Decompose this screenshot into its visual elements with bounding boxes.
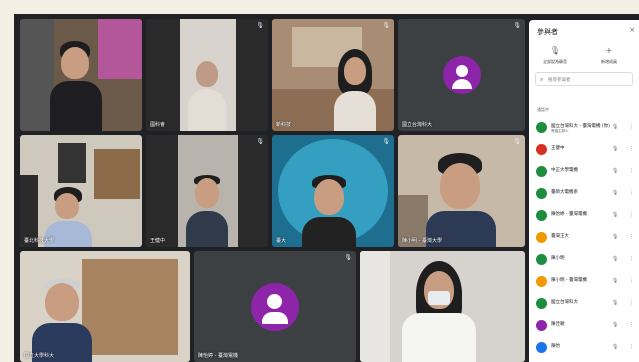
mic-off-icon[interactable]: 🎙	[612, 168, 618, 174]
more-options-icon[interactable]: ⋮	[629, 278, 634, 284]
participant-row[interactable]: 王健中 🎙 ⋮	[529, 140, 639, 160]
participant-row[interactable]: 陳小明 - 臺灣電機 🎙 ⋮	[529, 272, 639, 292]
participant-name: 陳佳穎	[551, 322, 565, 327]
tile-name: 國科會	[150, 122, 166, 128]
mic-off-icon[interactable]: 🎙	[612, 190, 618, 196]
tile-name: 王健中	[150, 238, 166, 244]
tile-name: 臺大	[276, 238, 287, 244]
participant-role: 會議主辦人	[551, 129, 569, 133]
search-input[interactable]: ⌕ 搜尋參與者	[535, 72, 633, 86]
more-options-icon[interactable]: ⋮	[629, 190, 634, 196]
more-options-icon[interactable]: ⋮	[629, 124, 634, 130]
video-tile[interactable]: 🎙 陳怡婷 - 臺灣電機	[194, 251, 356, 362]
tile-name: 新科技	[276, 122, 292, 128]
panel-title: 參與者	[537, 28, 558, 36]
participant-row[interactable]: 國立台灣科大 🎙 ⋮	[529, 294, 639, 314]
participants-panel: 參與者 × 🎙 全部設為靜音 + 新增成員 ⌕ 搜尋參與者 通話中 國立台灣科大…	[529, 20, 639, 362]
mic-off-icon: 🎙	[256, 22, 264, 29]
mic-off-icon[interactable]: 🎙	[612, 344, 618, 350]
video-tile[interactable]: 國立大學科大	[20, 251, 190, 362]
avatar	[536, 188, 547, 199]
more-options-icon[interactable]: ⋮	[629, 146, 634, 152]
section-label: 通話中	[537, 107, 549, 112]
mic-off-icon[interactable]: 🎙	[612, 124, 618, 130]
mic-off-icon[interactable]: 🎙	[612, 146, 618, 152]
mic-off-icon[interactable]: 🎙	[612, 300, 618, 306]
add-people-button[interactable]: + 新增成員	[587, 46, 631, 65]
participant-row[interactable]: 國立台灣科大 - 臺灣電機 (你) 會議主辦人 🎙 ⋮	[529, 118, 639, 138]
video-tile[interactable]: 🎙 王健中	[146, 135, 268, 247]
participant-row[interactable]: 陳怡婷 - 臺灣電機 🎙 ⋮	[529, 206, 639, 226]
more-options-icon[interactable]: ⋮	[629, 322, 634, 328]
search-icon: ⌕	[540, 76, 544, 83]
tile-name: 陳小明 - 臺灣大學	[402, 238, 442, 244]
participant-name: 臺灣王大	[551, 234, 569, 239]
participant-name: 陳怡婷 - 臺灣電機	[551, 212, 587, 217]
mic-off-icon: 🎙	[513, 138, 521, 145]
mic-off-icon: 🎙	[382, 138, 390, 145]
participant-name: 陳小明 - 臺灣電機	[551, 278, 587, 283]
participant-name: 臺師大電機系	[551, 190, 578, 195]
more-options-icon[interactable]: ⋮	[629, 168, 634, 174]
avatar	[536, 166, 547, 177]
tile-name: 臺北科技大學	[24, 238, 55, 244]
tile-name: 國立台灣科大	[402, 122, 433, 128]
participant-row[interactable]: 臺灣王大 🎙 ⋮	[529, 228, 639, 248]
avatar	[536, 342, 547, 353]
mic-off-icon: 🎙	[549, 46, 561, 55]
participant-name: 陳小明	[551, 256, 565, 261]
participant-name: 國立台灣科大	[551, 300, 578, 305]
video-grid: 🎙 國科會 🎙 新科技 🎙 國立台灣科大 臺北科技大學 🎙 王健中 🎙 臺大 🎙…	[14, 14, 639, 362]
mic-off-icon[interactable]: 🎙	[612, 322, 618, 328]
avatar	[442, 56, 481, 94]
add-person-icon: +	[605, 46, 613, 55]
mic-off-icon: 🎙	[382, 22, 390, 29]
avatar	[536, 276, 547, 287]
mic-off-icon: 🎙	[513, 22, 521, 29]
avatar	[536, 210, 547, 221]
video-tile[interactable]: 臺北科技大學	[20, 135, 142, 247]
avatar	[536, 144, 547, 155]
participant-row[interactable]: 臺師大電機系 🎙 ⋮	[529, 184, 639, 204]
participant-row[interactable]: 陳小明 🎙 ⋮	[529, 250, 639, 270]
mic-off-icon[interactable]: 🎙	[612, 256, 618, 262]
avatar	[536, 320, 547, 331]
avatar	[536, 122, 547, 133]
participant-row[interactable]: 中正大學電機 🎙 ⋮	[529, 162, 639, 182]
avatar	[536, 298, 547, 309]
avatar	[536, 232, 547, 243]
mute-all-button[interactable]: 🎙 全部設為靜音	[533, 46, 577, 65]
video-tile[interactable]: 🎙 新科技	[272, 19, 394, 131]
participant-name: 王健中	[551, 146, 565, 151]
mic-off-icon[interactable]: 🎙	[612, 234, 618, 240]
video-tile[interactable]: 🎙 國立台灣科大	[398, 19, 525, 131]
mic-off-icon[interactable]: 🎙	[612, 278, 618, 284]
video-tile[interactable]: 🎙 國科會	[146, 19, 268, 131]
more-options-icon[interactable]: ⋮	[629, 256, 634, 262]
mic-off-icon[interactable]: 🎙	[612, 212, 618, 218]
video-tile[interactable]	[20, 19, 142, 131]
participant-row[interactable]: 陳怡 🎙 ⋮	[529, 338, 639, 358]
more-options-icon[interactable]: ⋮	[629, 344, 634, 350]
participant-row[interactable]: 陳佳穎 🎙 ⋮	[529, 316, 639, 336]
more-options-icon[interactable]: ⋮	[629, 300, 634, 306]
close-icon[interactable]: ×	[629, 26, 635, 34]
more-options-icon[interactable]: ⋮	[629, 212, 634, 218]
avatar	[536, 254, 547, 265]
video-tile[interactable]: 🎙 陳小明 - 臺灣大學	[398, 135, 525, 247]
more-options-icon[interactable]: ⋮	[629, 234, 634, 240]
tile-name: 陳怡婷 - 臺灣電機	[198, 353, 238, 359]
mic-off-icon: 🎙	[256, 138, 264, 145]
participant-name: 中正大學電機	[551, 168, 578, 173]
tile-name: 國立大學科大	[24, 353, 55, 359]
video-tile[interactable]	[360, 251, 525, 362]
participant-name: 陳怡	[551, 344, 560, 349]
video-tile[interactable]: 🎙 臺大	[272, 135, 394, 247]
mic-off-icon: 🎙	[344, 254, 352, 261]
avatar	[251, 282, 299, 331]
